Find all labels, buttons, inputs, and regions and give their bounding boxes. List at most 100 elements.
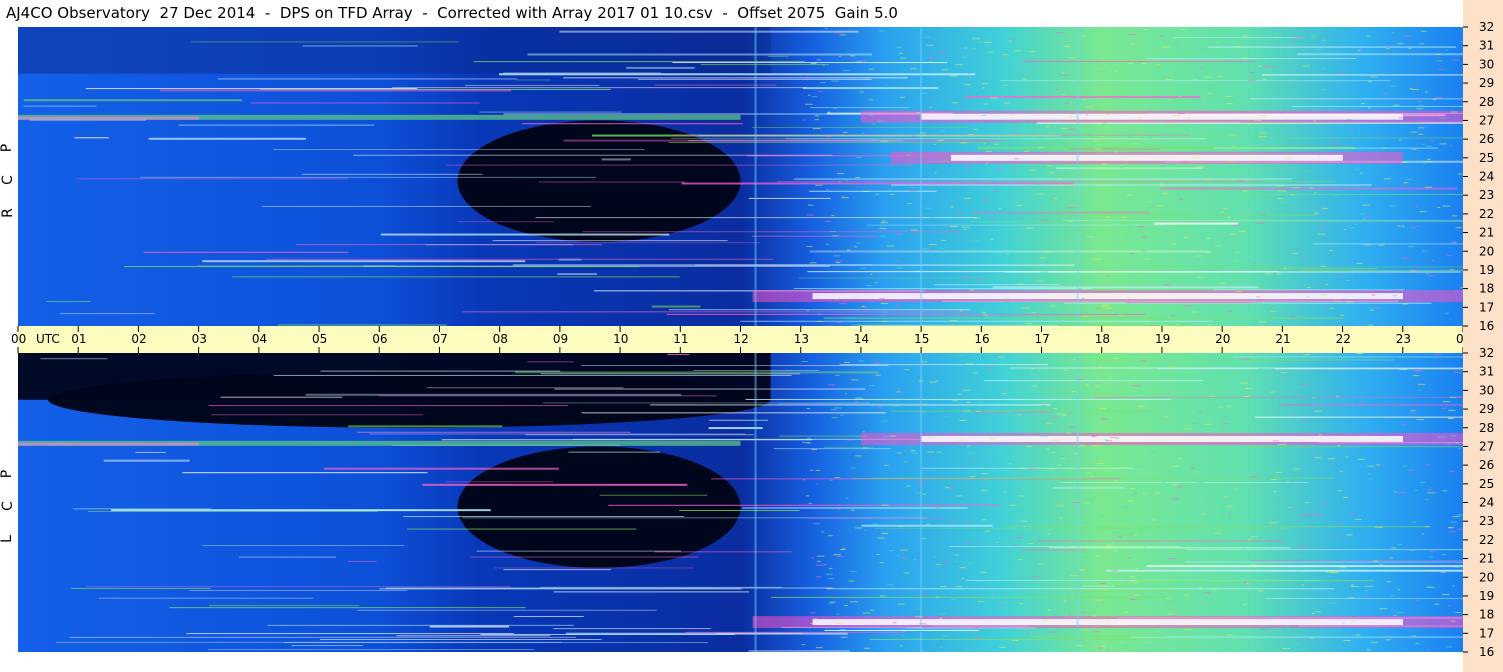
morning-band-core: [18, 116, 199, 120]
noise-speck: [956, 213, 963, 215]
noise-speck: [1382, 147, 1388, 149]
noise-speck: [1363, 244, 1372, 246]
noise-speck: [1250, 476, 1258, 478]
rfi-line: [542, 402, 871, 404]
noise-speck: [824, 28, 828, 30]
noise-speck: [1031, 312, 1037, 314]
noise-speck: [934, 172, 937, 174]
noise-speck: [977, 121, 983, 123]
noise-speck: [1089, 407, 1096, 409]
noise-speck: [816, 321, 823, 323]
noise-speck: [1012, 122, 1017, 124]
noise-speck: [1325, 283, 1328, 285]
noise-speck: [1085, 502, 1091, 504]
noise-speck: [936, 563, 942, 565]
noise-speck: [1233, 224, 1240, 226]
noise-speck: [1340, 470, 1343, 472]
noise-speck: [1224, 230, 1232, 232]
noise-speck: [871, 523, 879, 525]
noise-speck: [962, 226, 970, 228]
noise-speck: [1247, 123, 1251, 125]
noise-speck: [1143, 546, 1147, 548]
noise-speck: [1228, 311, 1232, 313]
noise-speck: [1178, 96, 1182, 98]
noise-speck: [1331, 143, 1339, 145]
noise-speck: [1397, 589, 1401, 591]
noise-speck: [1325, 571, 1334, 573]
noise-speck: [1390, 594, 1395, 596]
rfi-line: [386, 587, 833, 589]
noise-speck: [1385, 639, 1391, 641]
noise-speck: [1201, 67, 1204, 69]
noise-speck: [1003, 84, 1008, 86]
noise-speck: [1379, 608, 1388, 610]
noise-speck: [1227, 98, 1235, 100]
noise-speck: [1078, 288, 1082, 290]
rfi-line: [202, 260, 526, 263]
rfi-line: [23, 99, 243, 102]
rfi-line: [189, 590, 408, 592]
noise-speck: [817, 91, 824, 93]
noise-speck: [817, 560, 821, 562]
noise-speck: [1395, 611, 1404, 613]
noise-speck: [963, 410, 971, 412]
noise-speck: [810, 612, 816, 614]
noise-speck: [1187, 117, 1191, 119]
noise-speck: [1015, 205, 1022, 207]
noise-speck: [1428, 586, 1433, 588]
rfi-line: [273, 149, 645, 151]
noise-speck: [900, 549, 908, 551]
noise-speck: [1102, 442, 1110, 444]
noise-speck: [1233, 146, 1236, 148]
noise-speck: [1140, 250, 1147, 252]
noise-speck: [1095, 555, 1100, 557]
noise-speck: [1249, 72, 1255, 74]
noise-speck: [1348, 597, 1355, 599]
noise-speck: [1277, 592, 1285, 594]
noise-speck: [1294, 507, 1297, 509]
freq-tick-label: 18: [1479, 608, 1494, 622]
noise-speck: [1420, 30, 1427, 32]
noise-speck: [1082, 237, 1090, 239]
noise-speck: [1300, 523, 1306, 525]
noise-speck: [1442, 401, 1451, 403]
noise-speck: [1047, 609, 1051, 611]
noise-speck: [809, 262, 817, 264]
noise-speck: [1455, 396, 1463, 398]
noise-speck: [811, 557, 814, 559]
noise-speck: [1265, 572, 1273, 574]
noise-speck: [1320, 294, 1328, 296]
noise-speck: [1031, 368, 1035, 370]
noise-speck: [1106, 544, 1112, 546]
rfi-line: [1251, 560, 1503, 562]
noise-speck: [1386, 581, 1391, 583]
noise-speck: [1016, 537, 1023, 539]
freq-tick-label: 24: [1479, 496, 1494, 510]
noise-speck: [973, 627, 980, 629]
noise-speck: [981, 311, 987, 313]
noise-speck: [1018, 495, 1024, 497]
noise-speck: [1449, 269, 1454, 271]
noise-speck: [1317, 233, 1326, 235]
noise-speck: [1312, 613, 1315, 615]
noise-speck: [1148, 201, 1152, 203]
noise-speck: [1114, 480, 1119, 482]
noise-speck: [1225, 634, 1233, 636]
noise-speck: [1114, 70, 1118, 72]
noise-speck: [922, 412, 926, 414]
noise-speck: [1129, 252, 1134, 254]
noise-speck: [1243, 399, 1249, 401]
rfi-line: [582, 231, 960, 233]
rfi-line: [103, 459, 190, 462]
noise-speck: [1115, 98, 1119, 100]
freq-tick-label: 26: [1479, 458, 1494, 472]
noise-speck: [1101, 418, 1109, 420]
noise-speck: [1368, 473, 1371, 475]
rfi-line: [964, 95, 1201, 98]
noise-speck: [1171, 465, 1179, 467]
bright-band-core: [920, 113, 1403, 120]
noise-speck: [1063, 600, 1067, 602]
noise-speck: [915, 270, 921, 272]
rfi-line: [527, 53, 872, 56]
rfi-line: [422, 483, 688, 486]
